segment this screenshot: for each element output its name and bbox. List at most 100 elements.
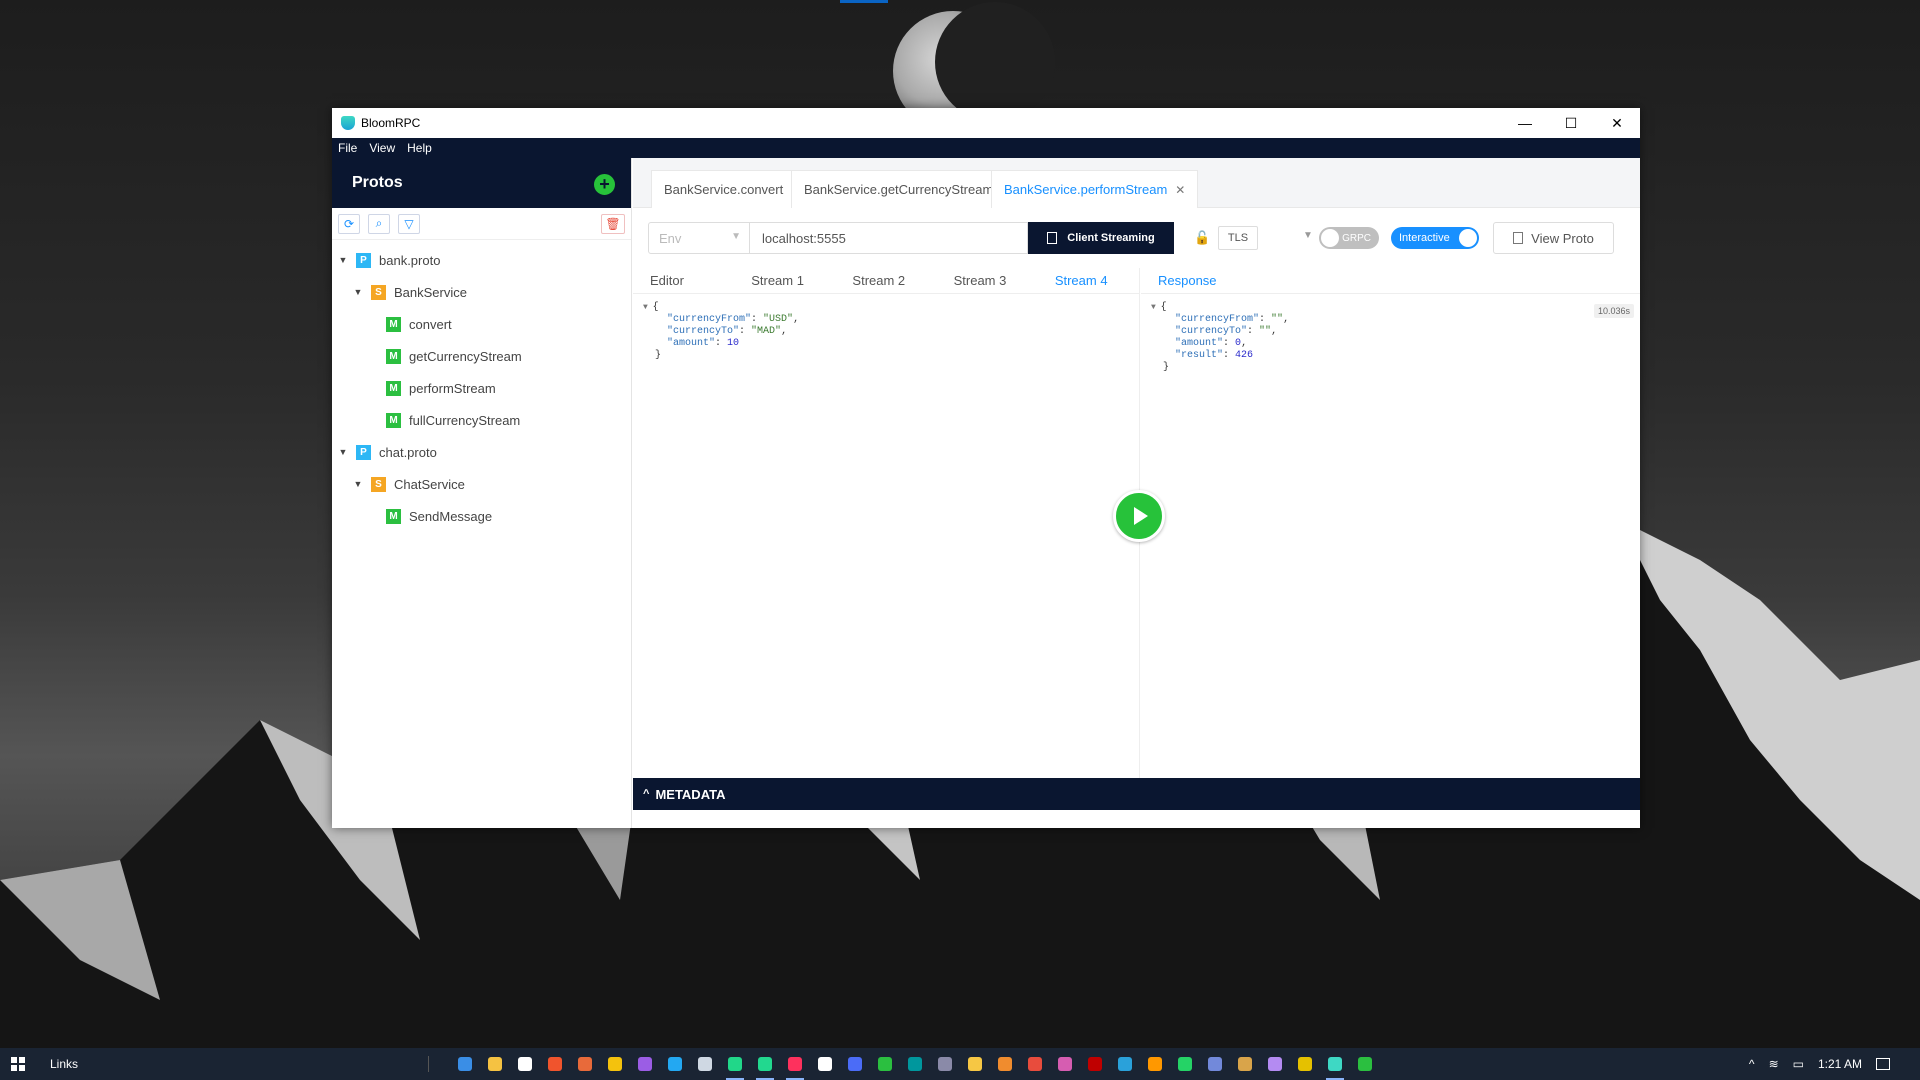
taskbar-vscode-icon[interactable] [660,1048,690,1080]
tree-item-getcurrencystream[interactable]: M getCurrencyStream [332,340,631,372]
chevron-down-icon: ▼ [731,231,741,242]
taskbar-pycharm-icon[interactable] [720,1048,750,1080]
taskbar-visual-studio-icon[interactable] [630,1048,660,1080]
tab-bankservice-convert[interactable]: BankService.convert ✕ [651,170,815,208]
taskbar-arduino-icon[interactable] [900,1048,930,1080]
tree-item-bankservice[interactable]: ▼ S BankService [332,276,631,308]
caret-down-icon[interactable]: ▼ [353,287,363,297]
close-button[interactable]: ✕ [1594,108,1640,138]
taskbar-spinner-icon[interactable] [870,1048,900,1080]
taskbar-p-icon[interactable] [1020,1048,1050,1080]
taskbar-bar-icon[interactable] [930,1048,960,1080]
taskbar-mail-icon[interactable] [450,1048,480,1080]
start-button[interactable] [0,1048,36,1080]
subtab-stream-4[interactable]: Stream 4 [1055,273,1139,288]
tree-item-performstream[interactable]: M performStream [332,372,631,404]
run-request-button[interactable] [1113,490,1165,542]
metadata-label: METADATA [655,786,726,802]
taskbar-filezilla-icon[interactable] [1080,1048,1110,1080]
caret-down-icon[interactable]: ▼ [338,255,348,265]
clock[interactable]: 1:21 AM [1818,1057,1862,1071]
menu-file[interactable]: File [332,141,363,155]
taskbar-chrome-icon[interactable] [600,1048,630,1080]
menu-help[interactable]: Help [401,141,438,155]
subtab-stream-3[interactable]: Stream 3 [954,273,1038,288]
taskbar-whatsapp-icon[interactable] [1170,1048,1200,1080]
client-streaming-badge: Client Streaming [1028,222,1174,254]
method-icon: M [386,412,401,428]
subtab-stream-1[interactable]: Stream 1 [751,273,835,288]
bar-icon [938,1057,952,1071]
taskbar-coin-icon[interactable] [1290,1048,1320,1080]
taskbar-colorful-icon[interactable] [1050,1048,1080,1080]
method-icon: M [386,316,401,332]
streaming-label: Client Streaming [1067,232,1155,244]
taskbar-file-explorer-icon[interactable] [480,1048,510,1080]
tls-button[interactable]: TLS [1218,226,1258,250]
taskbar-sublime-icon[interactable] [1140,1048,1170,1080]
reload-icon[interactable]: ⟳ [338,213,360,234]
tree-item-bank-proto[interactable]: ▼ P bank.proto [332,244,631,276]
interactive-toggle[interactable]: Interactive [1391,227,1479,249]
spinner-icon [878,1057,892,1071]
tab-bankservice-performstream[interactable]: BankService.performStream ✕ [991,170,1199,208]
links-toolbar[interactable]: Links [50,1057,78,1071]
metadata-toggle[interactable]: ^ METADATA [633,778,1640,810]
tab-bankservice-getcurrencystream[interactable]: BankService.getCurrencyStream ✕ [791,170,1025,208]
taskbar-star-icon[interactable] [960,1048,990,1080]
subtab-editor[interactable]: Editor [650,273,734,288]
grpc-toggle[interactable]: GRPC [1319,227,1379,249]
trash-icon[interactable]: 🗑 [601,214,625,234]
close-icon[interactable]: ✕ [1175,183,1185,197]
taskbar-git-icon[interactable] [570,1048,600,1080]
taskbar-discord-icon[interactable] [1200,1048,1230,1080]
taskbar-brave-icon[interactable] [540,1048,570,1080]
request-json-editor[interactable]: ▼ { "currencyFrom": "USD", "currencyTo":… [633,294,1139,362]
service-icon: S [371,284,386,300]
json-key: "amount" [1175,338,1224,349]
tree-item-label: BankService [394,284,467,300]
taskbar-app-grid-icon[interactable] [690,1048,720,1080]
caret-down-icon[interactable]: ▼ [338,447,348,457]
taskbar-app-icon[interactable] [810,1048,840,1080]
window-title: BloomRPC [361,116,421,130]
taskbar-loader-icon[interactable] [1350,1048,1380,1080]
view-proto-button[interactable]: View Proto [1493,222,1614,254]
fold-icon[interactable]: ▼ [1151,303,1161,312]
filter-icon[interactable]: ▽ [398,213,420,234]
taskbar-github-icon[interactable] [1260,1048,1290,1080]
tray-chevron-up-icon[interactable]: ^ [1749,1057,1755,1071]
battery-icon[interactable]: ▭ [1793,1057,1804,1071]
menu-view[interactable]: View [363,141,401,155]
subtab-stream-2[interactable]: Stream 2 [852,273,936,288]
json-value: "" [1259,326,1272,337]
unlock-icon: 🔓 [1194,230,1211,245]
add-proto-button[interactable]: + [592,172,617,197]
sidebar-toolbar: ⟳ ⌕ ▽ 🗑 [332,208,631,240]
wifi-icon[interactable]: ≋ [1769,1057,1779,1071]
file-search-icon[interactable]: ⌕ [368,213,390,234]
taskbar-vpn-icon[interactable] [840,1048,870,1080]
server-url-input[interactable] [750,222,1028,254]
tree-item-fullcurrencystream[interactable]: M fullCurrencyStream [332,404,631,436]
taskbar-intellij-icon[interactable] [780,1048,810,1080]
taskbar-bloomrpc-icon[interactable] [1320,1048,1350,1080]
notification-icon[interactable] [1876,1058,1890,1070]
tree-item-convert[interactable]: M convert [332,308,631,340]
taskbar-clion-icon[interactable] [750,1048,780,1080]
taskbar-store-icon[interactable] [510,1048,540,1080]
tree-item-chat-proto[interactable]: ▼ P chat.proto [332,436,631,468]
taskbar-telegram-icon[interactable] [1110,1048,1140,1080]
tree-item-chatservice[interactable]: ▼ S ChatService [332,468,631,500]
caret-down-icon[interactable]: ▼ [353,479,363,489]
fold-icon[interactable]: ▼ [643,303,653,312]
tree-item-sendmessage[interactable]: M SendMessage [332,500,631,532]
file-icon [1513,232,1524,244]
taskbar-sun-icon[interactable] [990,1048,1020,1080]
maximize-button[interactable]: ☐ [1548,108,1594,138]
plus-icon: + [599,174,610,194]
caret-down-icon[interactable]: ▼ [1303,230,1313,241]
taskbar-folder-icon[interactable] [1230,1048,1260,1080]
minimize-button[interactable]: — [1502,108,1548,138]
env-select[interactable]: Env ▼ [648,222,750,254]
